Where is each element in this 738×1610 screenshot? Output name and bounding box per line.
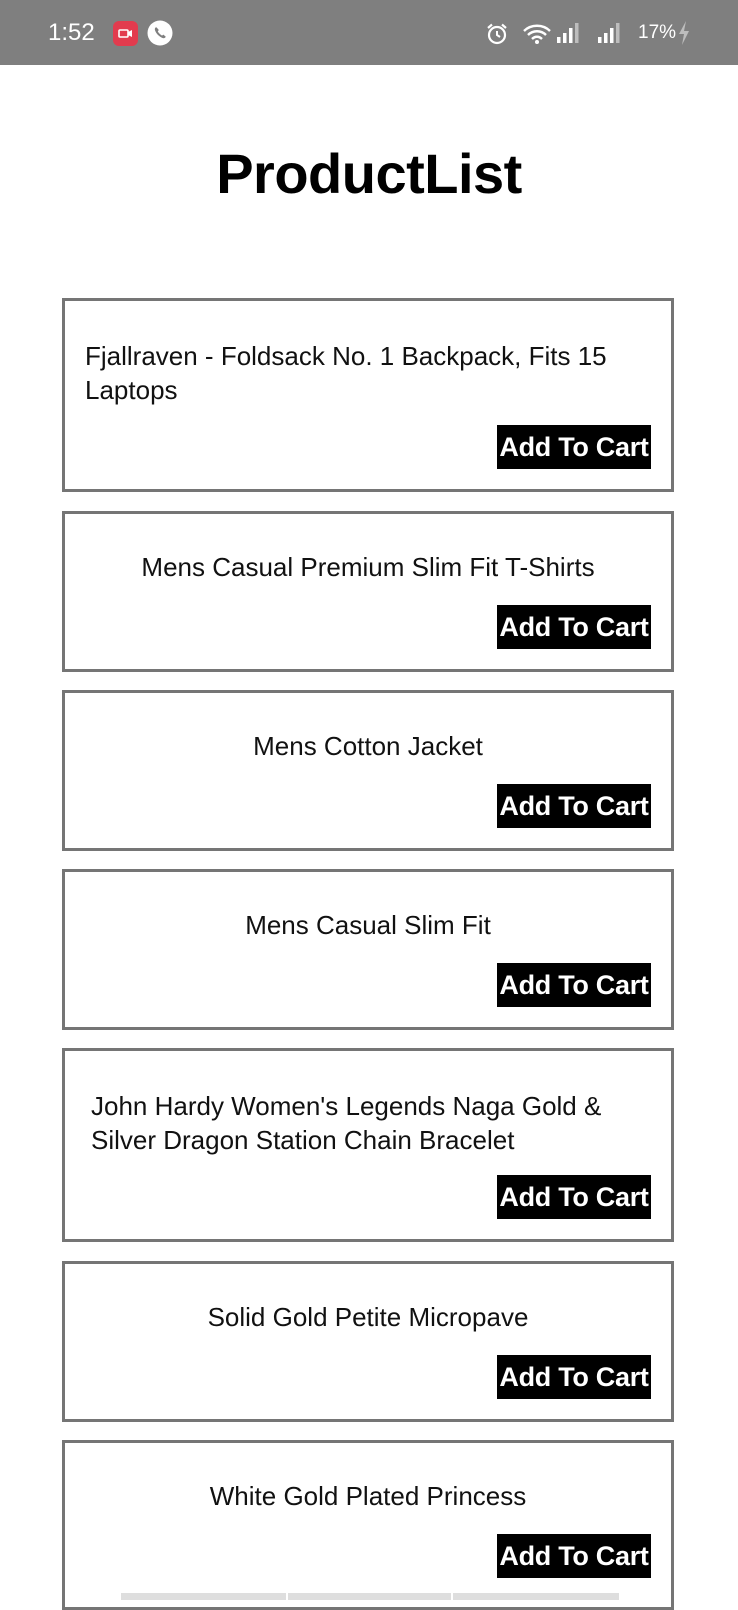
product-card: Mens Casual Slim Fit Add To Cart	[62, 869, 674, 1030]
product-card: Fjallraven - Foldsack No. 1 Backpack, Fi…	[62, 298, 674, 492]
add-to-cart-button[interactable]: Add To Cart	[497, 1175, 651, 1219]
scroll-indicator[interactable]	[121, 1593, 619, 1600]
product-name: Mens Casual Premium Slim Fit T-Shirts	[141, 552, 595, 582]
product-card: Mens Cotton Jacket Add To Cart	[62, 690, 674, 851]
add-to-cart-button[interactable]: Add To Cart	[497, 784, 651, 828]
product-name: Fjallraven - Foldsack No. 1 Backpack, Fi…	[85, 341, 607, 405]
product-card: White Gold Plated Princess Add To Cart	[62, 1440, 674, 1610]
add-to-cart-button[interactable]: Add To Cart	[497, 963, 651, 1007]
product-name: White Gold Plated Princess	[209, 1481, 527, 1511]
add-to-cart-button[interactable]: Add To Cart	[497, 1355, 651, 1399]
product-list: Fjallraven - Foldsack No. 1 Backpack, Fi…	[0, 0, 738, 1610]
product-name: Mens Cotton Jacket	[253, 731, 483, 761]
scroll-divider	[451, 1593, 453, 1600]
add-to-cart-button[interactable]: Add To Cart	[497, 425, 651, 469]
scroll-divider	[286, 1593, 288, 1600]
product-name: Solid Gold Petite Micropave	[207, 1302, 529, 1332]
product-name: Mens Casual Slim Fit	[245, 910, 491, 940]
product-card: Solid Gold Petite Micropave Add To Cart	[62, 1261, 674, 1422]
product-name: John Hardy Women's Legends Naga Gold & S…	[91, 1091, 602, 1155]
add-to-cart-button[interactable]: Add To Cart	[497, 605, 651, 649]
product-card: Mens Casual Premium Slim Fit T-Shirts Ad…	[62, 511, 674, 672]
product-card: John Hardy Women's Legends Naga Gold & S…	[62, 1048, 674, 1242]
add-to-cart-button[interactable]: Add To Cart	[497, 1534, 651, 1578]
